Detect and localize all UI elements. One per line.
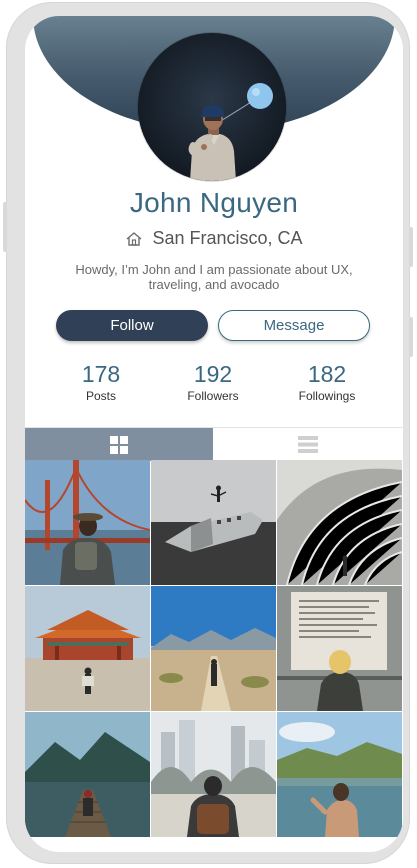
gallery-photo[interactable]: [151, 460, 276, 585]
profile-location: San Francisco, CA: [25, 228, 403, 249]
view-tabs: [25, 427, 403, 461]
gallery-photo[interactable]: [25, 460, 150, 585]
tab-grid-view[interactable]: [25, 428, 213, 461]
location-text: San Francisco, CA: [152, 228, 303, 248]
grid-view-icon: [110, 435, 128, 454]
gallery-photo[interactable]: [277, 712, 402, 837]
stat-label: Followings: [298, 389, 356, 403]
gallery-photo[interactable]: [277, 460, 402, 585]
photo-grid: [25, 460, 403, 840]
follow-button[interactable]: Follow: [56, 310, 208, 341]
gallery-photo[interactable]: [25, 586, 150, 711]
stat-label: Posts: [85, 389, 116, 403]
message-button[interactable]: Message: [218, 310, 370, 341]
profile-name: John Nguyen: [129, 187, 299, 218]
list-view-icon: [298, 436, 318, 453]
stat-followings[interactable]: 182 Followings: [272, 361, 382, 403]
phone-side-button: [3, 202, 7, 252]
home-icon: [125, 231, 143, 247]
gallery-photo[interactable]: [151, 712, 276, 837]
tab-list-view[interactable]: [213, 428, 403, 461]
gallery-photo[interactable]: [151, 586, 276, 711]
profile-bio: Howdy, I’m John and I am passionate abou…: [75, 262, 353, 292]
stat-value: 192: [193, 361, 233, 387]
stat-value: 178: [81, 361, 121, 387]
profile-screen: John Nguyen San Francisco, CA Howdy, I’m…: [25, 16, 403, 852]
phone-side-button: [409, 317, 413, 357]
stat-followers[interactable]: 192 Followers: [158, 361, 268, 403]
stat-label: Followers: [187, 389, 239, 403]
gallery-photo[interactable]: [25, 712, 150, 837]
stat-value: 182: [307, 361, 347, 387]
phone-frame: John Nguyen San Francisco, CA Howdy, I’m…: [3, 2, 413, 864]
gallery-photo[interactable]: [277, 586, 402, 711]
phone-side-button: [409, 227, 413, 267]
stat-posts[interactable]: 178 Posts: [46, 361, 156, 403]
avatar-photo: [138, 33, 286, 181]
avatar[interactable]: [138, 33, 286, 181]
